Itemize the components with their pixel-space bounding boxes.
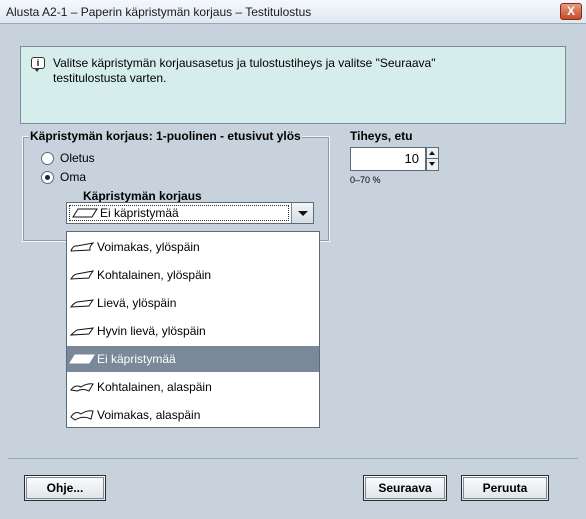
option-label: Lievä, ylöspäin	[97, 296, 177, 310]
option-very-light-up[interactable]: Hyvin lievä, ylöspäin	[67, 318, 319, 344]
info-speech-icon: i	[31, 57, 45, 72]
radio-default[interactable]: Oletus	[41, 151, 95, 165]
curl-up-very-light-icon	[69, 327, 95, 336]
option-medium-up[interactable]: Kohtalainen, ylöspäin	[67, 262, 319, 288]
chevron-down-icon[interactable]	[291, 203, 313, 223]
curl-group-legend: Käpristymän korjaus: 1-puolinen - etusiv…	[29, 129, 302, 143]
density-range: 0–70 %	[350, 175, 381, 185]
option-strong-up[interactable]: Voimakas, ylöspäin	[67, 234, 319, 260]
option-no-curl[interactable]: Ei käpristymää	[67, 346, 319, 372]
close-button[interactable]: X	[560, 3, 582, 20]
window-title: Alusta A2-1 – Paperin käpristymän korjau…	[6, 5, 312, 19]
info-line-2: testitulostusta varten.	[53, 71, 167, 85]
curl-correction-label: Käpristymän korjaus	[83, 189, 202, 203]
info-line-1: Valitse käpristymän korjausasetus ja tul…	[53, 56, 436, 70]
select-value-box: Ei käpristymää	[69, 205, 289, 221]
title-bar: Alusta A2-1 – Paperin käpristymän korjau…	[0, 0, 586, 24]
footer: Ohje... Seuraava Peruuta	[8, 458, 578, 513]
curl-correction-select[interactable]: Ei käpristymää	[66, 202, 314, 224]
option-label: Voimakas, ylöspäin	[97, 240, 200, 254]
radio-default-circle[interactable]	[41, 151, 54, 165]
curl-up-light-icon	[69, 299, 95, 308]
help-button[interactable]: Ohje...	[24, 475, 106, 501]
info-panel: i Valitse käpristymän korjausasetus ja t…	[20, 46, 566, 124]
no-curl-icon	[72, 208, 98, 218]
option-label: Voimakas, alaspäin	[97, 408, 201, 422]
curl-up-medium-icon	[70, 270, 95, 280]
option-label: Kohtalainen, ylöspäin	[97, 268, 212, 282]
next-button[interactable]: Seuraava	[363, 475, 447, 501]
radio-default-label: Oletus	[60, 151, 95, 165]
stepper-up-icon[interactable]	[427, 148, 438, 159]
curl-options-list: Voimakas, ylöspäin Kohtalainen, ylöspäin…	[66, 231, 320, 428]
option-label: Ei käpristymää	[97, 352, 176, 366]
curl-down-strong-icon	[70, 410, 94, 421]
info-text: Valitse käpristymän korjausasetus ja tul…	[53, 56, 553, 86]
option-medium-down[interactable]: Kohtalainen, alaspäin	[67, 374, 319, 400]
option-label: Kohtalainen, alaspäin	[97, 380, 212, 394]
curl-up-strong-icon	[70, 242, 95, 252]
close-icon: X	[566, 4, 575, 18]
option-light-up[interactable]: Lievä, ylöspäin	[67, 290, 319, 316]
radio-custom-circle[interactable]	[41, 170, 54, 184]
curl-correction-group: Käpristymän korjaus: 1-puolinen - etusiv…	[22, 129, 330, 242]
curl-down-medium-icon	[70, 383, 94, 392]
density-input[interactable]: 10	[350, 147, 426, 171]
no-curl-icon	[69, 354, 95, 364]
cancel-button[interactable]: Peruuta	[461, 475, 549, 501]
radio-custom-label: Oma	[60, 170, 87, 184]
dialog-content: i Valitse käpristymän korjausasetus ja t…	[8, 26, 578, 458]
option-label: Hyvin lievä, ylöspäin	[97, 324, 206, 338]
option-strong-down[interactable]: Voimakas, alaspäin	[67, 402, 319, 428]
radio-custom[interactable]: Oma	[41, 170, 86, 184]
density-stepper[interactable]	[426, 147, 439, 171]
select-value: Ei käpristymää	[100, 206, 179, 220]
stepper-down-icon[interactable]	[427, 159, 438, 170]
density-label: Tiheys, etu	[350, 129, 413, 143]
